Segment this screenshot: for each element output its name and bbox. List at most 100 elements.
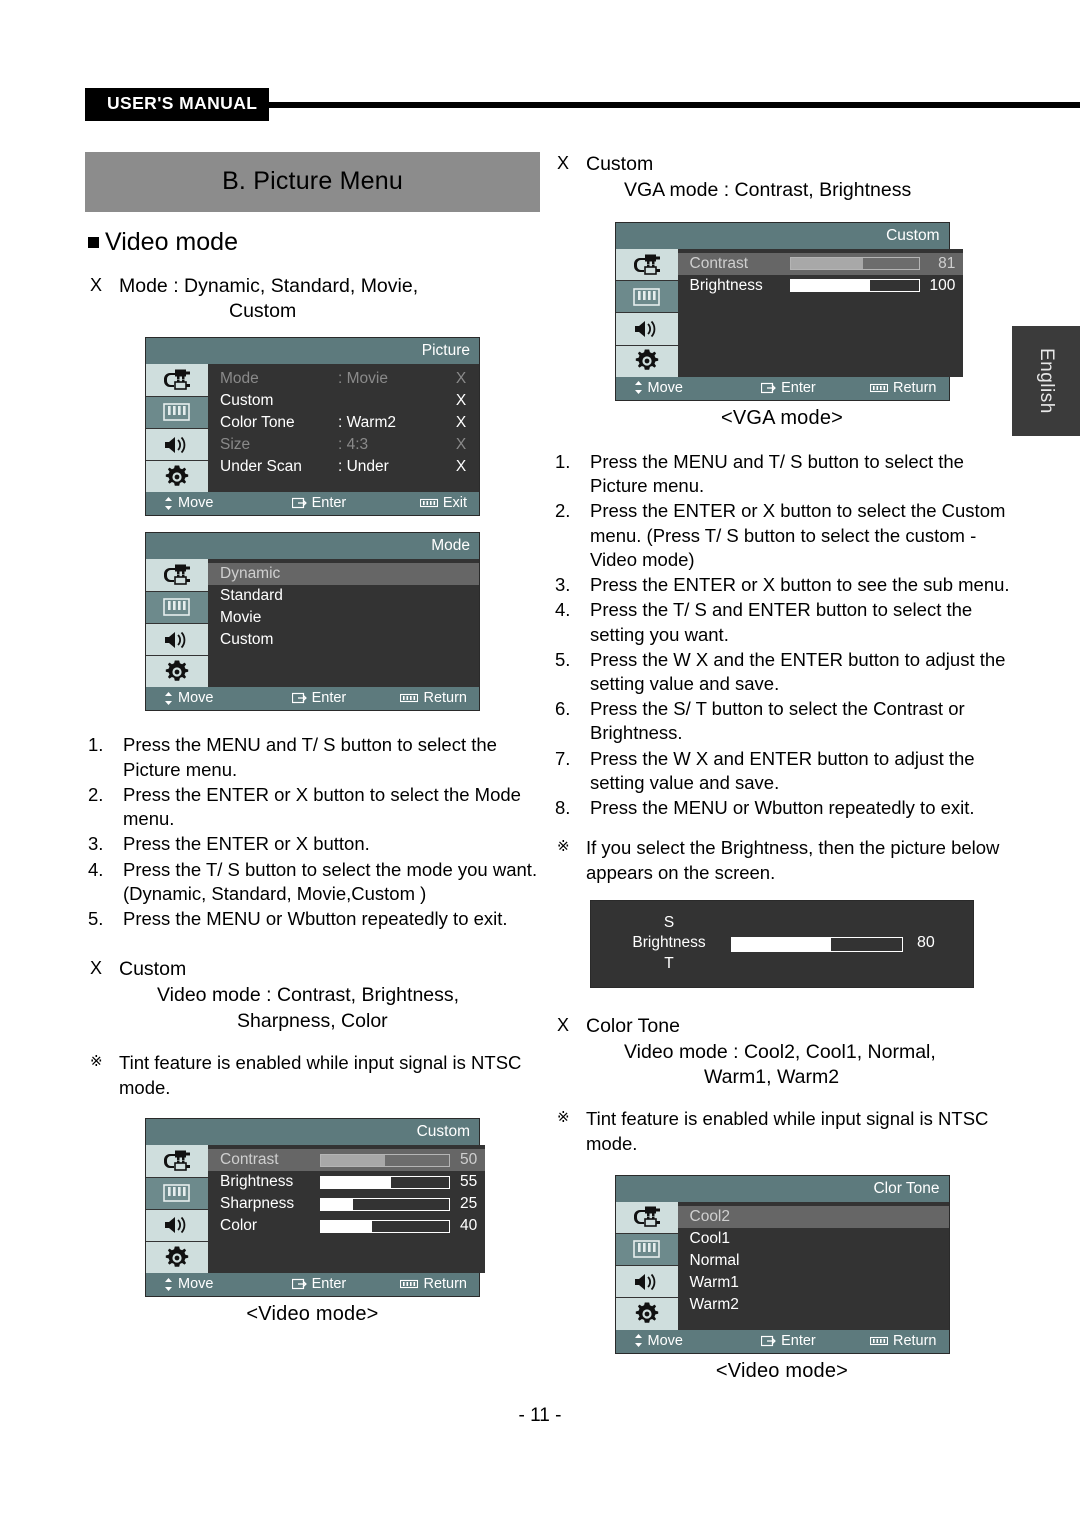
brightness-popup-track[interactable] <box>731 936 903 952</box>
osd-sidebar-item-sound[interactable] <box>146 1209 208 1243</box>
custom-bullet-title: Custom <box>119 958 187 981</box>
picture-bars-icon <box>632 287 660 306</box>
osd-footer-enter-label: Enter <box>311 690 347 707</box>
osd-list-item[interactable]: Cool1 <box>678 1228 949 1250</box>
osd-footer-move-label: Move <box>178 1276 214 1293</box>
osd-list-item[interactable]: Cool2 <box>677 1205 949 1228</box>
osd-row[interactable]: Under Scan : Under X <box>208 456 479 478</box>
input-plug-icon <box>164 1150 190 1171</box>
osd-slider-track[interactable] <box>320 1153 450 1167</box>
enter-icon <box>761 1335 776 1346</box>
x-marker-icon: X <box>90 958 103 979</box>
osd-sidebar-item-sound[interactable] <box>146 428 208 462</box>
picture-bars-icon <box>163 403 190 422</box>
step-number: 5. <box>555 648 571 670</box>
left-steps-list: 1. Press the MENU and T/ S button to sele… <box>85 733 540 931</box>
step-item: 4. Press the T/ S and ENTER button to sel… <box>552 598 1012 646</box>
osd-list-item[interactable]: Custom <box>208 629 479 651</box>
osd-slider-track[interactable] <box>320 1197 450 1211</box>
tint-note: ※ Tint feature is enabled while input si… <box>85 1051 540 1100</box>
osd-slider-track[interactable] <box>789 257 920 271</box>
osd-custom-vga-menu: Custom Contrast 81 Brightness 100 Move E… <box>614 221 964 401</box>
osd-slider-row[interactable]: Color 40 <box>208 1215 485 1237</box>
osd-list-item[interactable]: Warm1 <box>678 1272 949 1294</box>
osd-list-item[interactable]: Dynamic <box>208 563 479 586</box>
osd-sidebar-item-picture[interactable] <box>146 1177 208 1210</box>
osd-sidebar-item-input[interactable] <box>615 1201 678 1234</box>
osd-slider-track[interactable] <box>789 279 920 293</box>
osd-sidebar-item-setup[interactable] <box>615 1298 678 1330</box>
osd-footer-move: Move <box>154 1276 292 1292</box>
osd-row[interactable]: Custom X <box>208 390 479 412</box>
osd-sidebar-item-setup[interactable] <box>146 461 208 493</box>
osd-list-item[interactable]: Standard <box>208 585 479 607</box>
gear-icon <box>165 660 189 681</box>
osd-body: Mode : Movie X Custom X Color Tone : War… <box>146 364 479 493</box>
osd-slider-row[interactable]: Contrast 50 <box>208 1149 486 1172</box>
osd-slider-track[interactable] <box>320 1175 450 1189</box>
osd-row[interactable]: Mode : Movie X <box>208 368 479 390</box>
osd-footer-last-label: Return <box>423 1276 467 1293</box>
osd-slider-track[interactable] <box>320 1219 450 1233</box>
osd-sidebar-item-input[interactable] <box>146 1145 208 1178</box>
osd-sidebar-item-setup[interactable] <box>146 1242 208 1274</box>
osd-footer-move: Move <box>624 380 762 396</box>
osd-sidebar-item-sound[interactable] <box>146 623 208 657</box>
osd-footer-last: Return <box>400 690 473 706</box>
osd-slider-value: 100 <box>929 276 956 294</box>
osd-list-item[interactable]: Movie <box>208 607 479 629</box>
osd-row-label: Color Tone <box>220 414 295 432</box>
osd-slider-row[interactable]: Sharpness 25 <box>208 1193 485 1215</box>
color-tone-bullet: X Color Tone Video mode : Cool2, Cool1, … <box>552 1014 1012 1092</box>
osd-footer-enter: Enter <box>291 690 400 707</box>
vga-caption: <VGA mode> <box>720 406 844 429</box>
step-text: Press the T/ S and ENTER button to selec… <box>590 599 973 645</box>
step-text: Press the ENTER or X button to select th… <box>123 783 521 830</box>
brightness-note-text: If you select the Brightness, then the p… <box>586 837 1000 883</box>
osd-sidebar-item-input[interactable] <box>615 248 678 282</box>
osd-sidebar-item-picture[interactable] <box>146 396 208 429</box>
osd-sidebar-item-sound[interactable] <box>615 313 678 346</box>
updown-arrow-icon <box>165 1277 172 1291</box>
osd-row[interactable]: Color Tone : Warm2 X <box>208 412 479 434</box>
osd-title: Mode <box>146 533 479 560</box>
osd-list-item[interactable]: Normal <box>678 1250 949 1272</box>
enter-icon <box>291 693 307 704</box>
osd-sidebar <box>146 559 208 688</box>
language-tab-label: English <box>1036 348 1057 414</box>
osd-slider-row[interactable]: Brightness 55 <box>208 1171 485 1193</box>
picture-bars-icon <box>163 1184 190 1202</box>
language-tab: English <box>1012 326 1080 436</box>
osd-row[interactable]: Size : 4:3 X <box>208 434 479 456</box>
osd-title: Custom <box>615 222 949 249</box>
asterisk-marker-icon: ※ <box>557 1109 570 1127</box>
osd-footer-last: Return <box>869 1333 943 1349</box>
osd-sidebar-item-picture[interactable] <box>146 591 208 624</box>
osd-footer: Move Enter Return <box>146 687 479 711</box>
x-marker-icon: X <box>557 153 570 173</box>
osd-brightness-popup: S Brightness T 80 <box>590 899 974 988</box>
osd-slider-row[interactable]: Brightness 100 <box>678 275 964 297</box>
brightness-popup-stack: S Brightness T <box>621 913 717 974</box>
custom-bullet-line1: Video mode : Contrast, Brightness, <box>157 984 460 1007</box>
tint-note-right: ※ Tint feature is enabled while input si… <box>552 1107 1012 1156</box>
osd-sidebar-item-setup[interactable] <box>615 345 678 377</box>
vga-custom-bullet-line1: VGA mode : Contrast, Brightness <box>624 178 912 201</box>
step-number: 2. <box>88 783 104 805</box>
enter-icon <box>291 498 307 509</box>
menu-bars-icon <box>400 1280 419 1289</box>
osd-slider-row[interactable]: Contrast 81 <box>677 252 964 275</box>
osd-slider-fill <box>321 1198 353 1210</box>
osd-row-label: Size <box>220 436 251 454</box>
osd-slider-label: Brightness <box>220 1173 294 1191</box>
osd-sidebar-item-picture[interactable] <box>615 1233 678 1267</box>
osd-list-item[interactable]: Warm2 <box>678 1294 949 1316</box>
osd-sidebar-item-input[interactable] <box>146 559 208 592</box>
menu-bars-icon <box>869 1336 888 1345</box>
osd-sidebar-item-picture[interactable] <box>615 281 678 314</box>
osd-sidebar-item-sound[interactable] <box>615 1266 678 1299</box>
step-item: 2. Press the ENTER or X button to select … <box>552 499 1012 572</box>
brightness-note: ※ If you select the Brightness, then the… <box>552 836 1012 885</box>
osd-sidebar-item-input[interactable] <box>146 364 208 397</box>
osd-sidebar-item-setup[interactable] <box>146 656 208 688</box>
